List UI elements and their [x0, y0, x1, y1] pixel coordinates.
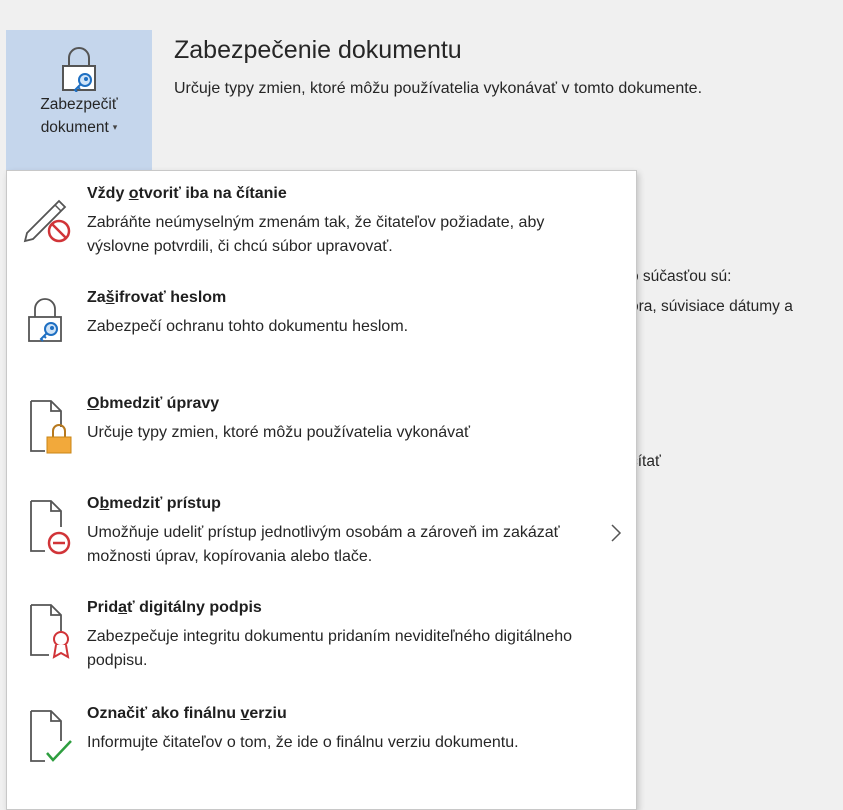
- menu-item-title-post: ifrovať heslom: [114, 289, 227, 306]
- menu-item-title-pre: Vždy: [87, 185, 129, 202]
- section-description: Určuje typy zmien, ktoré môžu používatel…: [174, 80, 703, 97]
- menu-item-description: Určuje typy zmien, ktoré môžu používatel…: [87, 424, 471, 441]
- menu-item-add-digital-signature[interactable]: Pridať digitálny podpis Zabezpečuje inte…: [7, 597, 636, 687]
- protect-document-menu: Vždy otvoriť iba na čítanie Zabráňte neú…: [6, 170, 637, 810]
- menu-item-description: Zabezpečuje integritu dokumentu pridaním…: [87, 628, 572, 669]
- menu-item-title-pre: Prid: [87, 599, 119, 616]
- menu-item-title-pre: O: [87, 495, 100, 512]
- pencil-prohibited-icon: [23, 199, 71, 243]
- menu-item-title-post: tvoriť iba na čítanie: [138, 185, 287, 202]
- section-title: Zabezpečenie dokumentu: [174, 36, 462, 64]
- protect-document-button[interactable]: Zabezpečiť dokument ▾: [6, 30, 152, 170]
- menu-item-title-post: medziť prístup: [109, 495, 221, 512]
- menu-item-title-accesskey: b: [99, 495, 110, 512]
- menu-item-title-accesskey: O: [87, 395, 100, 412]
- background-text-1: o súčasťou sú:: [630, 268, 732, 285]
- menu-item-title-post: erziu: [249, 705, 287, 722]
- lock-key-icon: [28, 298, 62, 342]
- document-restricted-icon: [30, 500, 71, 555]
- menu-item-always-open-read-only[interactable]: Vždy otvoriť iba na čítanie Zabráňte neú…: [7, 183, 636, 273]
- chevron-right-icon[interactable]: [610, 521, 622, 545]
- menu-item-restrict-access[interactable]: Obmedziť prístup Umožňuje udeliť prístup…: [7, 493, 636, 583]
- menu-item-title-accesskey: š: [105, 289, 115, 306]
- menu-item-title-accesskey: a: [118, 599, 128, 616]
- document-check-icon: [30, 710, 72, 762]
- menu-item-description: Zabráňte neúmyselným zmenám tak, že čita…: [87, 214, 545, 255]
- menu-item-mark-as-final[interactable]: Označiť ako finálnu verziu Informujte či…: [7, 703, 636, 793]
- document-ribbon-icon: [30, 604, 70, 659]
- protect-button-label-line2: dokument: [40, 119, 109, 136]
- background-text-2: ora, súvisiace dátumy a: [630, 298, 793, 315]
- menu-item-title-post: bmedziť úpravy: [99, 395, 220, 412]
- menu-item-title-accesskey: o: [128, 185, 139, 202]
- lock-key-icon: [62, 47, 96, 92]
- menu-item-description: Umožňuje udeliť prístup jednotlivým osob…: [87, 524, 560, 565]
- menu-item-restrict-editing[interactable]: Obmedziť úpravy Určuje typy zmien, ktoré…: [7, 393, 636, 463]
- document-lock-icon: [30, 400, 72, 454]
- menu-item-encrypt-with-password[interactable]: Zašifrovať heslom Zabezpečí ochranu toht…: [7, 287, 636, 357]
- chevron-down-icon: ▾: [112, 122, 118, 132]
- menu-item-description: Zabezpečí ochranu tohto dokumentu heslom…: [87, 318, 409, 335]
- menu-item-description: Informujte čitateľov o tom, že ide o fin…: [87, 734, 519, 751]
- menu-item-title-pre: Označiť ako finálnu: [87, 705, 241, 722]
- menu-item-title-pre: Za: [87, 289, 106, 306]
- protect-button-label-line1: Zabezpečiť: [40, 96, 118, 113]
- menu-item-title-post: ť digitálny podpis: [127, 599, 262, 616]
